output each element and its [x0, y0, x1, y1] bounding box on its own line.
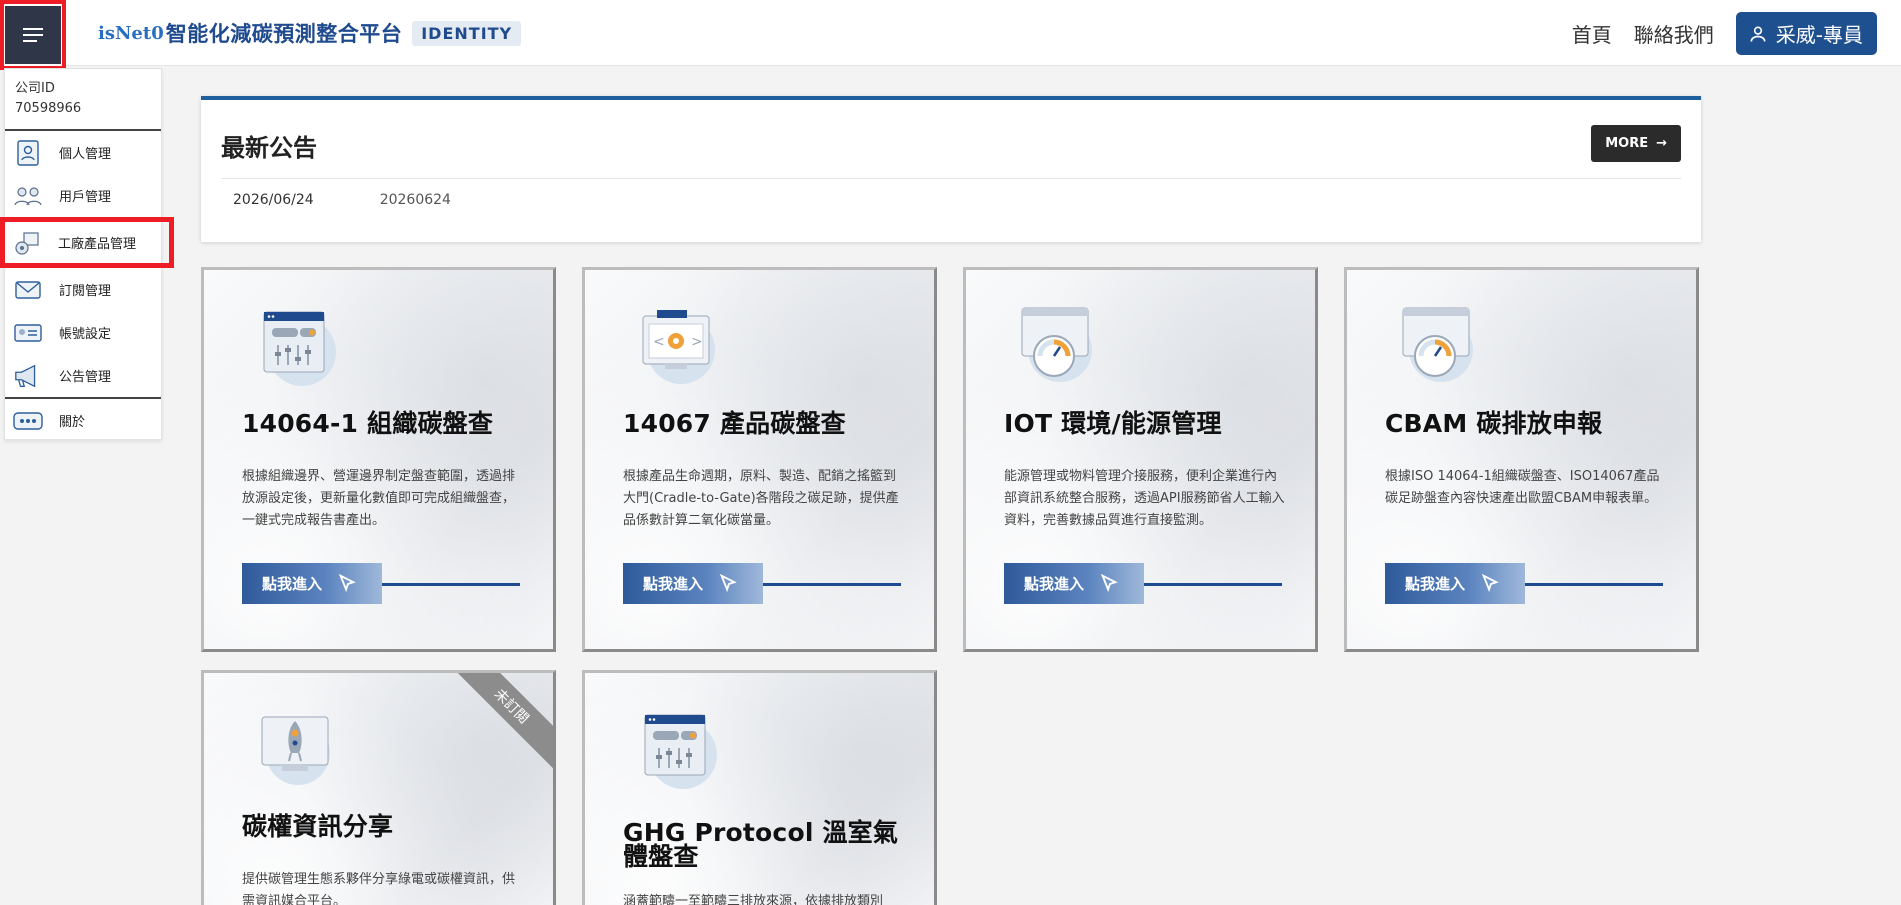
sidebar-item-about[interactable]: 關於 — [5, 399, 161, 442]
hamburger-icon[interactable] — [5, 6, 61, 64]
sidebar-item-users[interactable]: 用戶管理 — [5, 174, 161, 217]
sidebar-item-personal[interactable]: 個人管理 — [5, 131, 161, 174]
platform-title: 智能化減碳預測整合平台 — [165, 22, 403, 46]
megaphone-icon — [13, 361, 43, 391]
sidebar-item-announcements[interactable]: 公告管理 — [5, 354, 161, 397]
card-description: 根據ISO 14064-1組織碳盤查、ISO14067產品碳足跡盤查內容快速產出… — [1385, 469, 1660, 506]
card-title: 14064-1 組織碳盤查 — [242, 409, 494, 438]
users-icon — [13, 181, 43, 211]
svg-text:<: < — [653, 334, 665, 350]
gauge-icon — [1021, 307, 1092, 382]
enter-button[interactable]: 點我進入 — [1385, 563, 1525, 604]
user-menu-button[interactable]: 采威-專員 — [1735, 12, 1877, 55]
gauge-icon — [1402, 307, 1473, 382]
card-title: IOT 環境/能源管理 — [1004, 409, 1222, 438]
nav-contact-link[interactable]: 聯絡我們 — [1634, 19, 1714, 48]
card-description: 涵蓋範疇一至範疇三排放來源，依據排放類別 — [623, 894, 884, 905]
menu-toggle-button[interactable] — [0, 0, 66, 70]
company-id-label: 公司ID — [15, 81, 55, 96]
service-card-14064[interactable]: 14064-1 組織碳盤查 根據組織邊界、營運邊界制定盤查範圍，透過排放源設定後… — [201, 267, 556, 652]
enter-button-label: 點我進入 — [643, 575, 704, 593]
announcement-item-title[interactable]: 20260624 — [380, 192, 451, 208]
service-card-iot[interactable]: IOT 環境/能源管理 能源管理或物料管理介接服務，便利企業進行內部資訊系統整合… — [963, 267, 1318, 652]
sidebar-item-account-settings[interactable]: 帳號設定 — [5, 311, 161, 354]
card-description: 根據產品生命週期，原料、製造、配銷之搖籃到大門(Cradle-to-Gate)各… — [623, 469, 899, 528]
svg-text:>: > — [691, 334, 703, 350]
dashboard-sliders-icon — [644, 714, 717, 789]
enter-button-label: 點我進入 — [262, 575, 323, 593]
side-menu: 公司ID 70598966 個人管理 用戶管理 工廠產品管理 訂閱管理 帳號設定 — [0, 68, 174, 442]
enter-button[interactable]: 點我進入 — [242, 563, 382, 604]
card-title: 14067 產品碳盤查 — [623, 409, 846, 438]
sidebar-item-label: 用戶管理 — [59, 190, 112, 205]
card-title: 碳權資訊分享 — [242, 812, 394, 841]
sidebar-item-label: 工廠產品管理 — [58, 237, 137, 252]
user-name: 采威-專員 — [1775, 23, 1863, 47]
announcement-divider — [221, 178, 1681, 179]
sidebar-item-label: 公告管理 — [59, 370, 112, 385]
enter-button[interactable]: 點我進入 — [623, 563, 763, 604]
service-card-14067[interactable]: < > 14067 產品碳盤查 根據產品生命週期，原料、製造、配銷之搖籃到大門(… — [582, 267, 937, 652]
announcement-date: 2026/06/24 — [233, 192, 314, 208]
enter-button-label: 點我進入 — [1405, 575, 1466, 593]
card-description: 提供碳管理生態系夥伴分享綠電或碳權資訊，供需資訊媒合平台。 — [242, 872, 516, 905]
card-underline — [763, 583, 901, 586]
brand-logo[interactable]: isNet0 智能化減碳預測整合平台 IDENTITY — [98, 14, 522, 52]
announcement-title: 最新公告 — [221, 134, 317, 162]
dashboard-sliders-icon — [263, 311, 336, 386]
cursor-click-icon — [719, 573, 737, 592]
service-card-carbon-credit[interactable]: 未訂閱 碳權資訊分享 提供碳管理生態系夥伴分享綠電或碳權資訊，供需資訊媒合平台。 — [201, 670, 556, 905]
cursor-click-icon — [1481, 573, 1499, 592]
enter-button-label: 點我進入 — [1024, 575, 1085, 593]
sidebar-item-label: 個人管理 — [59, 147, 112, 162]
cursor-click-icon — [1100, 573, 1118, 592]
sidebar-item-subscriptions[interactable]: 訂閱管理 — [5, 268, 161, 311]
ellipsis-icon — [13, 406, 43, 436]
factory-gear-icon — [12, 228, 42, 258]
arrow-right-icon: → — [1656, 136, 1667, 151]
rocket-monitor-icon — [261, 716, 330, 785]
code-gear-monitor-icon: < > — [642, 310, 715, 384]
announcement-panel: 最新公告 MORE → 2026/06/24 20260624 — [201, 96, 1701, 242]
unsubscribed-ribbon: 未訂閱 — [448, 673, 553, 770]
card-description: 能源管理或物料管理介接服務，便利企業進行內部資訊系統整合服務，透過API服務節省… — [1004, 469, 1285, 528]
envelope-icon — [13, 275, 43, 305]
more-button[interactable]: MORE → — [1591, 125, 1681, 162]
more-label: MORE — [1605, 136, 1649, 151]
card-underline — [382, 583, 520, 586]
user-icon — [1750, 26, 1766, 42]
service-card-ghg[interactable]: GHG Protocol 溫室氣體盤查 涵蓋範疇一至範疇三排放來源，依據排放類別 — [582, 670, 937, 905]
card-description: 根據組織邊界、營運邊界制定盤查範圍，透過排放源設定後，更新量化數值即可完成組織盤… — [242, 469, 516, 528]
nav-home-link[interactable]: 首頁 — [1572, 19, 1612, 48]
service-card-cbam[interactable]: CBAM 碳排放申報 根據ISO 14064-1組織碳盤查、ISO14067產品… — [1344, 267, 1699, 652]
card-title: GHG Protocol 溫室氣體盤查 — [623, 818, 899, 871]
sidebar-item-label: 帳號設定 — [59, 327, 112, 342]
id-card-icon — [13, 318, 43, 348]
person-card-icon — [13, 138, 43, 168]
top-header: isNet0 智能化減碳預測整合平台 IDENTITY 首頁 聯絡我們 采威-專… — [0, 0, 1901, 70]
sidebar-item-factory-products[interactable]: 工廠產品管理 — [0, 217, 174, 268]
identity-badge: IDENTITY — [412, 20, 522, 46]
card-underline — [1525, 583, 1663, 586]
card-underline — [1144, 583, 1282, 586]
cursor-click-icon — [338, 573, 356, 592]
card-title: CBAM 碳排放申報 — [1385, 409, 1603, 438]
logo-mark: isNet0 — [98, 22, 164, 44]
company-info: 公司ID 70598966 — [5, 69, 161, 131]
enter-button[interactable]: 點我進入 — [1004, 563, 1144, 604]
announcement-row[interactable]: 2026/06/24 20260624 — [233, 192, 451, 208]
top-nav: 首頁 聯絡我們 采威-專員 — [1572, 12, 1877, 55]
sidebar-item-label: 訂閱管理 — [59, 284, 112, 299]
company-id-value: 70598966 — [15, 101, 82, 116]
sidebar-item-label: 關於 — [59, 415, 86, 430]
